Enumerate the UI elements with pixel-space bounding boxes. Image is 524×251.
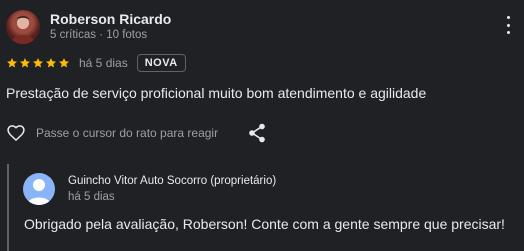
star-icon	[45, 57, 57, 69]
review-card: Roberson Ricardo 5 críticas · 10 fotos h…	[0, 0, 524, 251]
star-rating	[6, 57, 70, 69]
new-badge: NOVA	[136, 54, 186, 72]
owner-avatar	[23, 173, 55, 205]
share-icon[interactable]	[248, 123, 266, 143]
author-meta: 5 críticas · 10 fotos	[50, 29, 148, 41]
react-hint: Passe o cursor do rato para reagir	[36, 126, 219, 140]
owner-reply: Guincho Vitor Auto Socorro (proprietário…	[7, 164, 519, 251]
author-name[interactable]: Roberson Ricardo	[50, 11, 171, 27]
author-avatar[interactable]	[6, 10, 40, 44]
star-icon	[6, 57, 18, 69]
rating-row: há 5 dias NOVA	[6, 53, 186, 73]
more-options-button[interactable]	[500, 16, 516, 34]
person-icon	[27, 179, 51, 205]
heart-icon[interactable]	[6, 123, 26, 143]
more-vert-icon	[506, 16, 510, 19]
reply-date: há 5 dias	[68, 191, 115, 203]
react-row: Passe o cursor do rato para reagir	[6, 122, 276, 144]
review-text: Prestação de serviço proficional muito b…	[6, 85, 427, 101]
star-icon	[19, 57, 31, 69]
review-date: há 5 dias	[79, 56, 128, 70]
star-icon	[58, 57, 70, 69]
owner-name: Guincho Vitor Auto Socorro (proprietário…	[68, 175, 277, 187]
star-icon	[32, 57, 44, 69]
reply-text: Obrigado pela avaliação, Roberson! Conte…	[24, 216, 505, 232]
